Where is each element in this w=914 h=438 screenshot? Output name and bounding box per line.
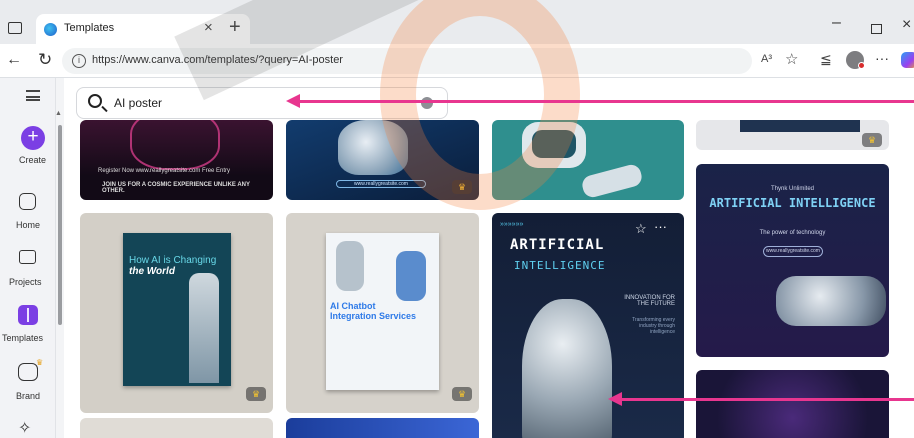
template-card-bottom-blue[interactable] (286, 418, 479, 438)
poster-heading: ARTIFICIAL (510, 237, 605, 253)
annotation-arrow-search (286, 94, 914, 108)
clear-search-icon[interactable] (421, 97, 433, 109)
browser-tab-bar: Templates × + – × (0, 0, 914, 44)
poster-subheading: The power of technology (759, 230, 826, 236)
brand-crown-icon: ♛ (36, 358, 44, 367)
maximize-button[interactable] (871, 24, 882, 34)
robot-hand-graphic (776, 276, 886, 326)
premium-crown-icon: ♛ (452, 387, 472, 401)
folder-icon[interactable] (19, 250, 36, 264)
premium-crown-icon: ♛ (246, 387, 266, 401)
reload-icon[interactable]: ↻ (38, 50, 52, 70)
back-arrow-icon[interactable]: ← (6, 51, 22, 69)
poster-preview: AI Chatbot Integration Services (326, 233, 439, 390)
close-window-button[interactable]: × (902, 16, 911, 34)
address-bar-row: ← ↻ i https://www.canva.com/templates/?q… (0, 44, 914, 78)
search-bar[interactable]: AI poster (76, 87, 448, 119)
read-aloud-icon[interactable]: A³ (761, 53, 772, 65)
hamburger-menu-icon[interactable] (26, 90, 40, 101)
notification-dot (858, 62, 865, 69)
sidebar-label-create[interactable]: Create (19, 155, 46, 165)
robot-graphic (336, 241, 364, 291)
search-icon (88, 94, 102, 108)
poster-fragment-graphic (740, 120, 860, 132)
tab-close-button[interactable]: × (204, 19, 213, 36)
search-input[interactable]: AI poster (114, 96, 162, 110)
minimize-button[interactable]: – (832, 14, 841, 32)
template-card-artificial-intelligence[interactable]: »»»»»» ☆ ··· ARTIFICIAL INTELLIGENCE INN… (492, 213, 684, 438)
new-tab-button[interactable]: + (229, 16, 241, 39)
copilot-icon[interactable] (901, 52, 914, 68)
decorative-chevrons: »»»»»» (500, 221, 524, 228)
brand-icon[interactable] (18, 363, 38, 381)
favorite-star-icon[interactable]: ☆ (785, 50, 798, 68)
neon-figure-graphic (130, 120, 220, 170)
favorites-icon[interactable]: ≦ (820, 51, 832, 68)
poster-tagline: INNOVATION FOR THE FUTURE (624, 295, 675, 307)
annotation-arrow-template (608, 392, 914, 406)
more-options-icon[interactable]: ··· (654, 219, 667, 234)
sidebar-label-home[interactable]: Home (16, 220, 40, 230)
canva-favicon-icon (44, 23, 57, 36)
card-register-text: Register Now www.reallygreatsite.com Fre… (98, 168, 231, 174)
robot-arm-graphic (580, 162, 644, 200)
template-card-cosmic[interactable]: Register Now www.reallygreatsite.com Fre… (80, 120, 273, 200)
poster-heading: ARTIFICIAL INTELLIGENCE (709, 196, 876, 210)
url-field[interactable]: i https://www.canva.com/templates/?query… (62, 48, 752, 74)
favorite-star-icon[interactable]: ☆ (635, 221, 647, 237)
template-card-purple-tech[interactable] (696, 370, 889, 438)
template-card-robot-teal[interactable] (492, 120, 684, 200)
template-card-how-ai-changing[interactable]: How AI is Changing the World ♛ (80, 213, 273, 413)
canva-sidebar: + Create Home Projects Templates ♛ Brand… (0, 78, 56, 438)
android-graphic (522, 299, 612, 438)
window-menu-icon[interactable] (8, 22, 22, 34)
poster-brand: Thynk Unlimited (770, 186, 814, 192)
premium-crown-icon: ♛ (452, 180, 472, 194)
premium-crown-icon: ♛ (862, 133, 882, 147)
templates-grid: AI poster Register Now www.reallygreatsi… (64, 78, 914, 438)
template-card-bottom-left[interactable] (80, 418, 273, 438)
sidebar-label-projects[interactable]: Projects (9, 277, 42, 287)
card-site-text: www.reallygreatsite.com (336, 180, 426, 188)
browser-tab-templates[interactable]: Templates × (36, 14, 250, 44)
template-card-ai-chatbot[interactable]: AI Chatbot Integration Services ♛ (286, 213, 479, 413)
robot-hand-graphic (189, 273, 219, 383)
robot-graphic (338, 120, 408, 175)
sidebar-scrollbar[interactable] (58, 125, 62, 325)
card-tagline: JOIN US FOR A COSMIC EXPERIENCE UNLIKE A… (102, 182, 250, 194)
tab-title: Templates (64, 22, 115, 34)
template-card-top-right[interactable]: ♛ (696, 120, 889, 150)
profile-avatar[interactable] (846, 51, 865, 69)
poster-site-pill: www.reallygreatsite.com (763, 246, 823, 257)
more-menu-icon[interactable]: ··· (875, 50, 889, 66)
magic-sparkle-icon[interactable]: ✧ (18, 418, 31, 438)
home-icon[interactable] (19, 193, 36, 210)
robot-graphic (396, 251, 426, 301)
scroll-up-arrow-icon[interactable]: ▲ (55, 110, 62, 117)
templates-icon[interactable] (18, 305, 38, 325)
create-button[interactable]: + (21, 126, 45, 150)
template-card-robot-blue[interactable]: www.reallygreatsite.com ♛ (286, 120, 479, 200)
site-info-icon[interactable]: i (72, 54, 86, 68)
poster-title: AI Chatbot Integration Services (330, 301, 417, 321)
sidebar-label-templates[interactable]: Templates (2, 333, 43, 343)
poster-subheading: INTELLIGENCE (514, 259, 606, 272)
poster-preview: How AI is Changing the World (123, 233, 231, 386)
screen: Templates × + – × ← ↻ i https://www.canv… (0, 0, 914, 438)
template-card-thynk-unlimited[interactable]: Thynk Unlimited ARTIFICIAL INTELLIGENCE … (696, 164, 889, 357)
sidebar-label-brand[interactable]: Brand (16, 391, 40, 401)
poster-description: Transforming every industry through inte… (632, 317, 675, 335)
robot-head-graphic (522, 122, 586, 168)
url-text[interactable]: https://www.canva.com/templates/?query=A… (92, 54, 343, 66)
